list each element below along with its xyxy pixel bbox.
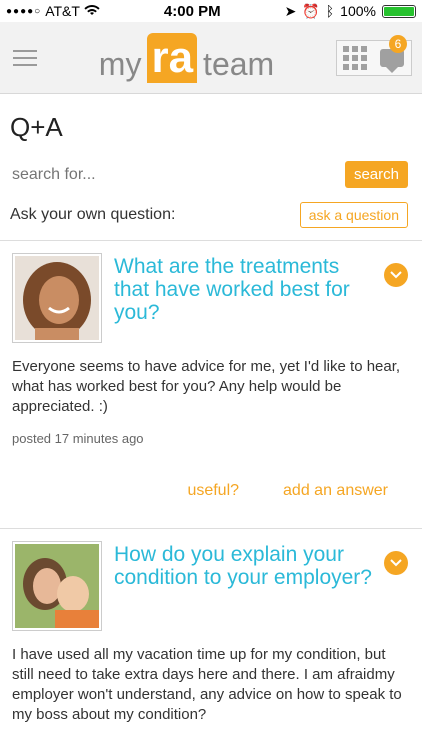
avatar-woman-image: [15, 256, 99, 340]
question-header: How do you explain your condition to you…: [12, 541, 408, 631]
status-bar: ●●●●○ AT&T 4:00 PM ➤ ⏰ ᛒ 100%: [0, 0, 422, 22]
search-input[interactable]: [10, 164, 314, 185]
ask-label: Ask your own question:: [10, 206, 176, 223]
alarm-icon: ⏰: [302, 2, 320, 19]
logo-team: team: [203, 45, 275, 82]
ask-row: Ask your own question: ask a question: [0, 188, 422, 228]
wifi-icon: [84, 3, 100, 19]
posted-time: posted 17 minutes ago: [12, 431, 144, 446]
question-card: What are the treatments that have worked…: [0, 241, 422, 529]
question-body: Everyone seems to have advice for me, ye…: [12, 358, 401, 415]
battery-icon: [381, 4, 416, 18]
question-header: What are the treatments that have worked…: [12, 253, 408, 343]
expand-chevron-icon[interactable]: [384, 263, 408, 287]
question-body: I have used all my vacation time up for …: [12, 646, 402, 723]
hamburger-menu-icon[interactable]: [13, 49, 37, 66]
app-logo: my ra team: [98, 32, 275, 83]
add-answer-link[interactable]: add an answer: [283, 482, 388, 500]
battery-fill: [383, 6, 414, 16]
question-title[interactable]: How do you explain your condition to you…: [114, 543, 378, 589]
clock: 4:00 PM: [163, 2, 221, 20]
question-card: How do you explain your condition to you…: [0, 529, 422, 725]
page-title: Q+A: [10, 112, 63, 142]
logo-my: my: [98, 45, 142, 82]
useful-link[interactable]: useful?: [187, 482, 239, 500]
expand-chevron-icon[interactable]: [384, 551, 408, 575]
carrier-label: AT&T: [45, 3, 80, 19]
avatar: [12, 253, 102, 343]
signal-icon: ●●●●○: [6, 5, 42, 17]
question-title[interactable]: What are the treatments that have worked…: [114, 255, 378, 324]
status-left: ●●●●○ AT&T: [6, 3, 100, 19]
search-button[interactable]: search: [344, 161, 408, 188]
avatar-mother-child-image: [15, 544, 99, 628]
question-actions: useful? add an answer: [12, 446, 408, 528]
battery-percent: 100%: [340, 3, 376, 19]
bluetooth-icon: ᛒ: [325, 3, 335, 19]
header-actions: 6: [335, 34, 412, 76]
app-header: my ra team 6: [0, 22, 422, 94]
search-row: search: [0, 153, 422, 188]
location-icon: ➤: [284, 2, 297, 19]
apps-grid-icon[interactable]: [343, 45, 368, 70]
ask-question-button[interactable]: ask a question: [299, 202, 408, 228]
notification-badge: 6: [388, 34, 407, 53]
logo-ra: ra: [147, 32, 198, 83]
avatar: [12, 541, 102, 631]
status-right: ➤ ⏰ ᛒ 100%: [285, 3, 416, 20]
